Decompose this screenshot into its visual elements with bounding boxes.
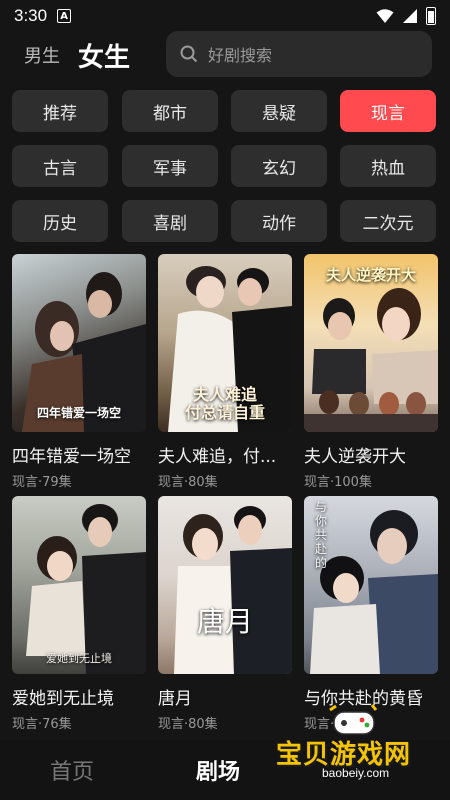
drama-poster: 唐月 <box>158 496 292 674</box>
drama-poster: 与你共赴的 <box>304 496 438 674</box>
poster-caption: 爱她到无止境 <box>46 652 112 665</box>
drama-card[interactable]: 夫人难追 付总请自重 夫人难追，付... 现言·80集 <box>158 254 292 490</box>
poster-art <box>26 504 146 674</box>
category-chip-active[interactable]: 现言 <box>340 90 436 132</box>
tab-female-label: 女生 <box>78 42 131 73</box>
nav-home[interactable]: 首页 <box>50 754 94 786</box>
drama-meta: 现言·100集 <box>304 475 372 490</box>
search-icon <box>180 45 198 63</box>
signal-icon <box>403 9 417 23</box>
category-chip[interactable]: 历史 <box>12 200 108 242</box>
battery-icon <box>426 7 436 25</box>
drama-title: 四年错爱一场空 <box>12 447 131 467</box>
category-chip[interactable]: 玄幻 <box>231 145 327 187</box>
drama-card[interactable]: 四年错爱一场空 四年错爱一场空 现言·79集 <box>12 254 146 490</box>
drama-meta: 现言·80集 <box>158 475 218 490</box>
drama-title: 爱她到无止境 <box>12 689 114 709</box>
drama-card[interactable]: 唐月 唐月 现言·80集 <box>158 496 292 732</box>
accessibility-badge-icon: A <box>57 9 72 23</box>
drama-card[interactable]: 爱她到无止境 爱她到无止境 现言·76集 <box>12 496 146 732</box>
category-chip[interactable]: 二次元 <box>340 200 436 242</box>
poster-caption: 夫人逆袭开大 <box>325 266 416 284</box>
status-icons <box>376 7 436 25</box>
drama-poster: 夫人逆袭开大 <box>304 254 438 432</box>
wifi-icon <box>376 9 394 23</box>
search-placeholder: 好剧搜索 <box>208 46 273 65</box>
category-chip[interactable]: 军事 <box>122 145 218 187</box>
category-chip[interactable]: 古言 <box>12 145 108 187</box>
category-chip[interactable]: 都市 <box>122 90 218 132</box>
drama-title: 夫人难追，付... <box>158 447 277 467</box>
watermark-logo: 宝贝游戏网 baobeiy.com <box>270 704 440 794</box>
poster-caption: 四年错爱一场空 <box>36 406 121 420</box>
poster-caption: 夫人难追 付总请自重 <box>184 385 265 422</box>
tab-female[interactable]: 女生 <box>73 37 135 78</box>
category-chip[interactable]: 热血 <box>340 145 436 187</box>
status-time: 3:30 <box>14 6 48 25</box>
nav-theater[interactable]: 剧场 <box>196 754 240 786</box>
drama-poster: 夫人难追 付总请自重 <box>158 254 292 432</box>
drama-poster: 四年错爱一场空 <box>12 254 146 432</box>
poster-art <box>174 506 292 674</box>
tab-male[interactable]: 男生 <box>24 42 60 68</box>
category-chip[interactable]: 推荐 <box>12 90 108 132</box>
drama-card[interactable]: 夫人逆袭开大 夫人逆袭开大 现言·100集 <box>304 254 438 490</box>
search-input[interactable]: 好剧搜索 <box>166 31 432 77</box>
drama-card[interactable]: 与你共赴的 与你共赴的黄昏 现言· <box>304 496 438 732</box>
watermark-url: baobeiy.com <box>322 766 390 780</box>
category-chip[interactable]: 动作 <box>231 200 327 242</box>
poster-caption: 唐月 <box>196 605 253 638</box>
category-chip[interactable]: 悬疑 <box>231 90 327 132</box>
drama-meta: 现言·79集 <box>12 475 72 490</box>
drama-poster: 爱她到无止境 <box>12 496 146 674</box>
category-chip[interactable]: 喜剧 <box>122 200 218 242</box>
drama-meta: 现言·76集 <box>12 717 72 732</box>
status-bar: 3:30 A <box>0 0 450 32</box>
poster-caption: 与你共赴的 <box>314 500 327 570</box>
drama-title: 夫人逆袭开大 <box>304 447 406 467</box>
